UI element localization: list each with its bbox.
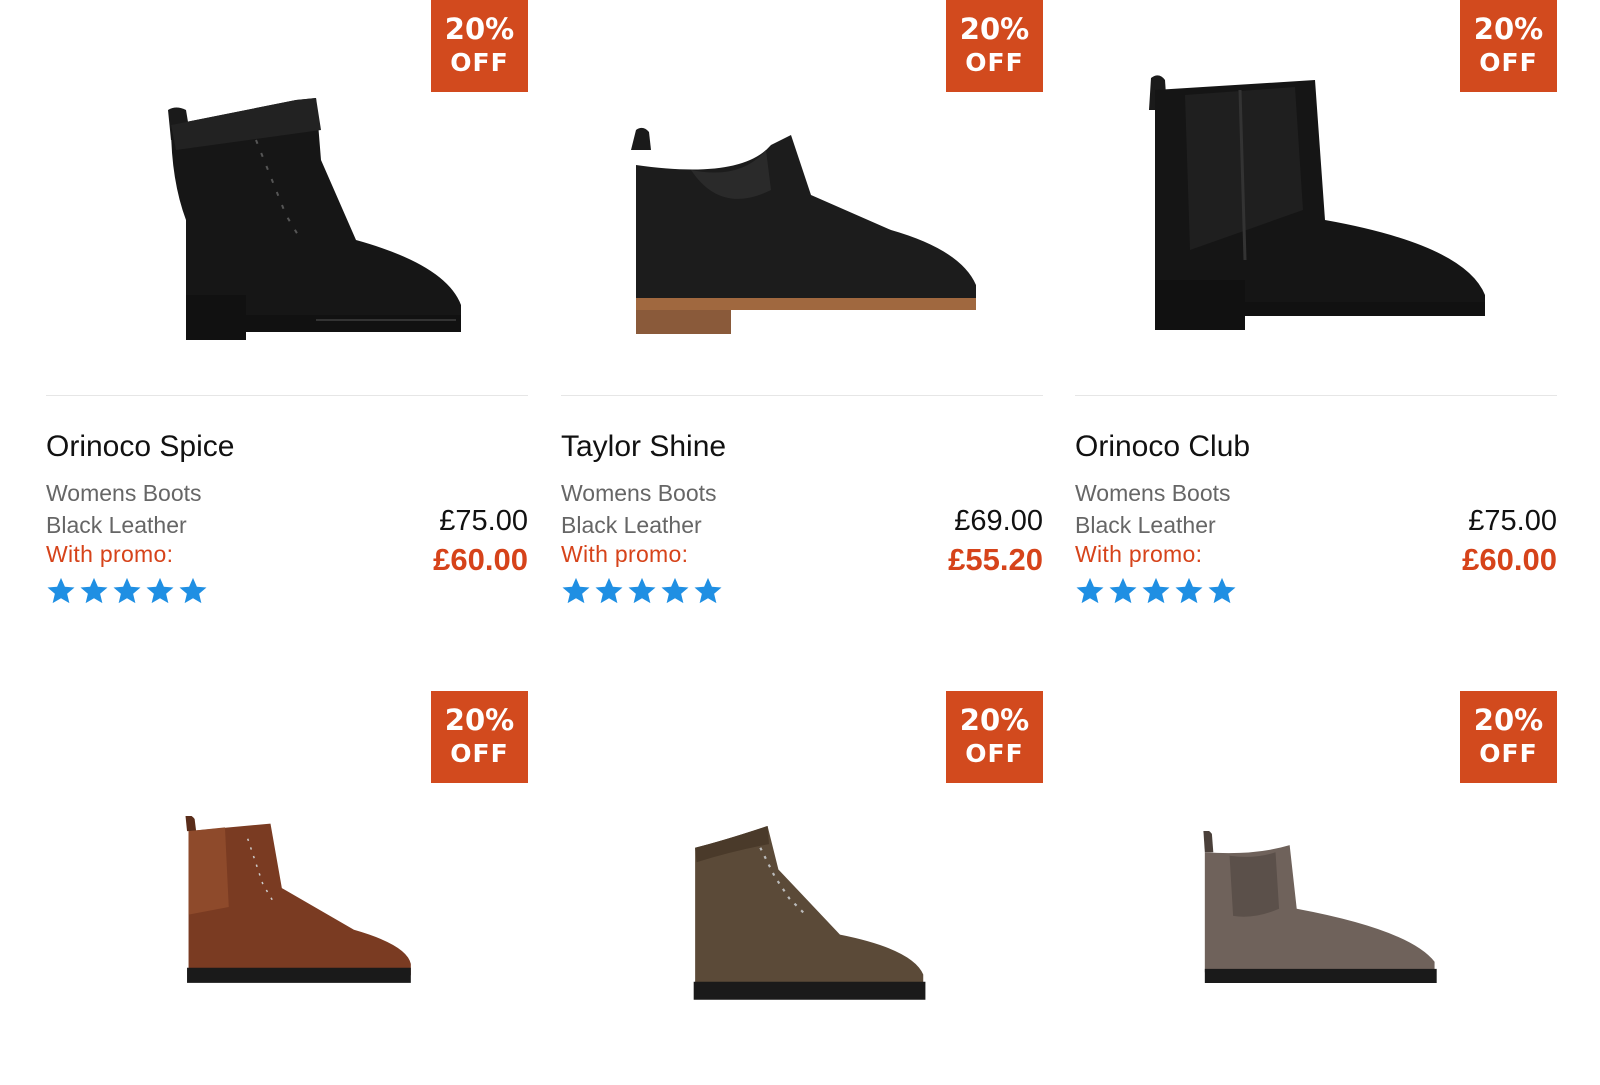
divider — [46, 395, 528, 396]
star-icon — [1109, 577, 1137, 604]
badge-off: OFF — [965, 48, 1024, 77]
product-name[interactable]: Taylor Shine — [561, 430, 726, 464]
product-category: Womens Boots — [46, 480, 202, 506]
discount-badge: 20% OFF — [431, 0, 528, 92]
product-image[interactable]: 20% OFF — [46, 691, 528, 1085]
original-price: £75.00 — [1468, 505, 1557, 537]
product-color: Black Leather — [46, 512, 187, 538]
product-image[interactable]: 20% OFF — [561, 0, 1043, 394]
original-price: £69.00 — [954, 505, 1043, 537]
original-price: £75.00 — [439, 505, 528, 537]
star-icon — [179, 577, 207, 604]
product-image[interactable]: 20% OFF — [1075, 0, 1557, 394]
product-color: Black Leather — [561, 512, 702, 538]
star-icon — [628, 577, 656, 604]
product-category: Womens Boots — [561, 480, 717, 506]
star-icon — [47, 577, 75, 604]
divider — [561, 395, 1043, 396]
boot-image — [1149, 75, 1485, 330]
badge-off: OFF — [1479, 739, 1538, 768]
promo-price: £55.20 — [948, 542, 1043, 577]
boot-image — [693, 826, 926, 1000]
star-icon — [146, 577, 174, 604]
product-name[interactable]: Orinoco Club — [1075, 430, 1250, 464]
promo-label: With promo: — [561, 541, 689, 567]
star-icon — [694, 577, 722, 604]
product-image[interactable]: 20% OFF — [561, 691, 1043, 1085]
star-rating — [1075, 576, 1237, 606]
star-icon — [113, 577, 141, 604]
promo-label: With promo: — [46, 541, 174, 567]
product-name[interactable]: Orinoco Spice — [46, 430, 234, 464]
star-icon — [661, 577, 689, 604]
boot-image — [168, 98, 461, 340]
product-color: Black Leather — [1075, 512, 1216, 538]
star-icon — [595, 577, 623, 604]
boot-image — [1203, 831, 1437, 983]
discount-badge: 20% OFF — [1460, 0, 1557, 92]
star-icon — [80, 577, 108, 604]
star-icon — [1142, 577, 1170, 604]
badge-off: OFF — [450, 48, 509, 77]
star-icon — [1208, 577, 1236, 604]
promo-price: £60.00 — [1462, 542, 1557, 577]
discount-badge: 20% OFF — [431, 691, 528, 783]
badge-off: OFF — [965, 739, 1024, 768]
badge-percent: 20% — [1473, 12, 1544, 46]
promo-label: With promo: — [1075, 541, 1203, 567]
product-category: Womens Boots — [1075, 480, 1231, 506]
star-icon — [1175, 577, 1203, 604]
product-image[interactable]: 20% OFF — [46, 0, 528, 394]
promo-price: £60.00 — [433, 542, 528, 577]
boot-image — [631, 127, 976, 334]
badge-percent: 20% — [444, 703, 515, 737]
badge-percent: 20% — [959, 12, 1030, 46]
badge-off: OFF — [450, 739, 509, 768]
divider — [1075, 395, 1557, 396]
discount-badge: 20% OFF — [946, 691, 1043, 783]
star-rating — [46, 576, 208, 606]
badge-percent: 20% — [1473, 703, 1544, 737]
star-icon — [562, 577, 590, 604]
badge-percent: 20% — [444, 12, 515, 46]
star-rating — [561, 576, 723, 606]
discount-badge: 20% OFF — [946, 0, 1043, 92]
badge-percent: 20% — [959, 703, 1030, 737]
boot-image — [185, 816, 411, 983]
badge-off: OFF — [1479, 48, 1538, 77]
product-image[interactable]: 20% OFF — [1075, 691, 1557, 1085]
star-icon — [1076, 577, 1104, 604]
discount-badge: 20% OFF — [1460, 691, 1557, 783]
